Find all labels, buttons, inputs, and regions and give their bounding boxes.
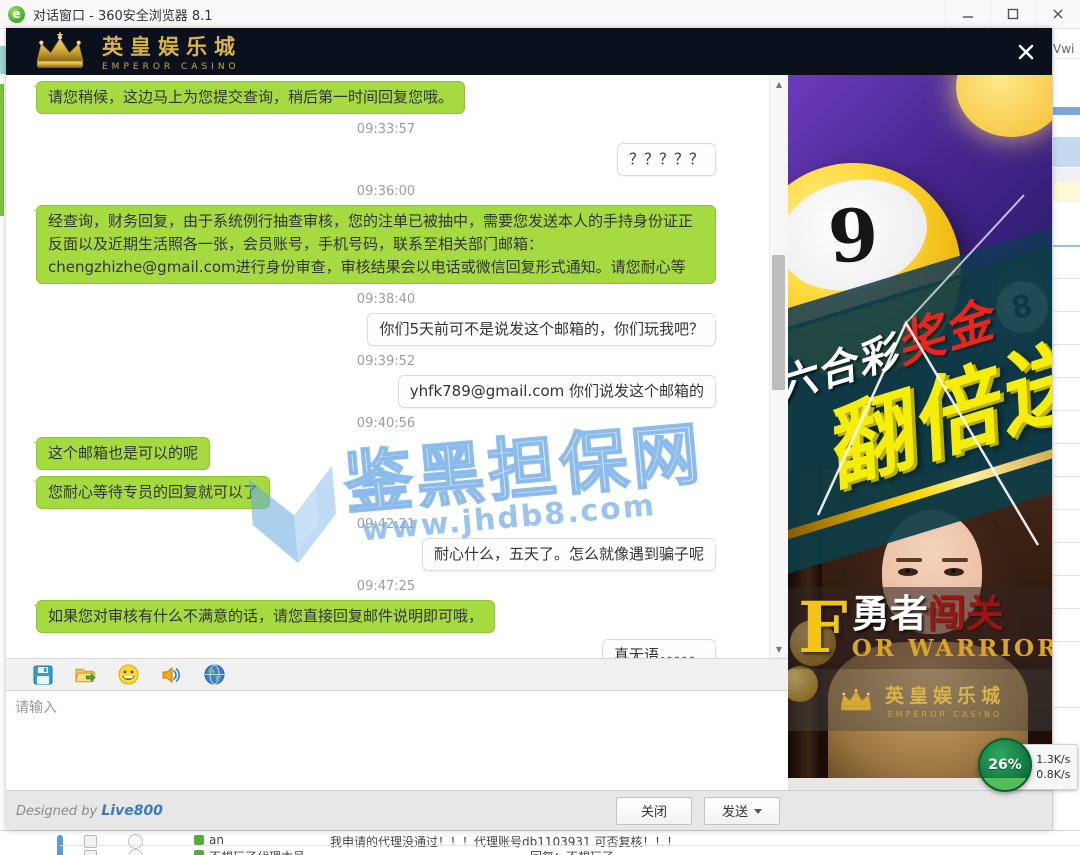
user-message: 真无语，。。。。: [6, 639, 766, 658]
send-dropdown-caret-icon[interactable]: [754, 809, 762, 818]
bg-lightblue-block: [1053, 137, 1080, 167]
dialog-header: 英皇娱乐城 EMPEROR CASINO: [6, 28, 1052, 75]
message-bubble: 真无语，。。。。: [602, 639, 716, 658]
scroll-up-arrow-icon[interactable]: ▲: [770, 77, 788, 91]
ad-brand-band: 英皇娱乐城 EMPEROR CASINO: [788, 669, 1052, 731]
message-bubble: 请您稍候，这边马上为您提交查询，稍后第一时间回复您哦。: [36, 81, 465, 114]
message-bubble: 这个邮箱也是可以的呢: [36, 437, 210, 470]
bg-avatar-circle: [128, 834, 143, 849]
ad-warrior-band: F 勇者闯关 OR WARRIOR: [788, 587, 1052, 669]
chat-dialog-window: 英皇娱乐城 EMPEROR CASINO 请您稍候，这边马上为您提交查询，稍后第…: [6, 28, 1052, 830]
bg-green-icon: [194, 835, 204, 845]
dialog-close-icon[interactable]: [1014, 40, 1038, 64]
chat-scrollbar[interactable]: ▲ ▼: [769, 75, 788, 658]
brand-logo: 英皇娱乐城 EMPEROR CASINO: [28, 31, 242, 72]
folder-open-icon[interactable]: [75, 664, 96, 685]
timestamp: 09:47:25: [6, 579, 766, 594]
message-bubble: 如果您对审核有什么不满意的话，请您直接回复邮件说明即可哦，: [36, 600, 495, 633]
brand-name-cn: 英皇娱乐城: [102, 31, 242, 61]
rack-lines-decoration: [788, 75, 1052, 575]
agent-message: 请您稍候，这边马上为您提交查询，稍后第一时间回复您哦。: [6, 81, 766, 114]
bg-yellow-row: [1053, 182, 1080, 202]
download-speed: 0.8K/s: [1036, 768, 1070, 781]
chat-message-area: 请您稍候，这边马上为您提交查询，稍后第一时间回复您哦。 09:33:57 ？？？？？…: [6, 75, 788, 658]
promo-ad-banner[interactable]: 9 8 六合彩奖金 翻倍送: [788, 75, 1052, 778]
agent-message: 您耐心等待专员的回复就可以了: [6, 476, 766, 509]
message-bubble: yhfk789@gmail.com 你们说发这个邮箱的: [398, 375, 716, 408]
bg-checkbox: [84, 835, 97, 848]
crown-icon: [835, 685, 877, 715]
warrior-letter-f: F: [798, 593, 848, 663]
window-title: 对话窗口 - 360安全浏览器 8.1: [33, 5, 213, 24]
upload-speed: 1.3K/s: [1036, 753, 1070, 766]
ad-brand-cn: 英皇娱乐城: [885, 681, 1005, 708]
user-message: yhfk789@gmail.com 你们说发这个邮箱的: [6, 375, 766, 408]
message-input-area: [6, 691, 788, 790]
background-page-bottom: an 我申请的代理没通过！！！代理账号db1103931 可否复核！！！ 不想玩…: [0, 830, 1080, 855]
download-progress-badge[interactable]: 26%: [978, 738, 1032, 792]
scroll-down-arrow-icon[interactable]: ▼: [770, 642, 788, 656]
timestamp: 09:42:21: [6, 517, 766, 532]
globe-icon[interactable]: [204, 664, 225, 685]
warrior-en: OR WARRIOR: [852, 635, 1052, 662]
message-bubble: 你们5天前可不是说发这个邮箱的，你们玩我吧？: [367, 313, 716, 346]
message-bubble: 您耐心等待专员的回复就可以了: [36, 476, 270, 509]
timestamp: 09:39:52: [6, 354, 766, 369]
ad-brand-en: EMPEROR CASINO: [888, 710, 1003, 719]
background-page-right: [1052, 28, 1080, 854]
chat-column: 请您稍候，这边马上为您提交查询，稍后第一时间回复您哦。 09:33:57 ？？？？？…: [6, 75, 788, 790]
close-window-button[interactable]: [1035, 0, 1080, 28]
crown-icon: [28, 32, 92, 72]
bg-fragment-green: [0, 84, 4, 216]
timestamp: 09:36:00: [6, 184, 766, 199]
live800-logo: Live800: [101, 803, 163, 819]
message-bubble: ？？？？？: [617, 143, 716, 176]
timestamp: 09:33:57: [6, 122, 766, 137]
designed-by-label: Designed by Live800: [16, 803, 163, 819]
bg-text-fragment: Vwi: [1053, 42, 1074, 56]
close-chat-button[interactable]: 关闭: [616, 797, 692, 825]
warrior-cn-white: 勇者: [852, 592, 928, 636]
maximize-button[interactable]: [990, 0, 1035, 28]
browser-titlebar: e 对话窗口 - 360安全浏览器 8.1: [0, 0, 1080, 29]
emoticon-icon[interactable]: [118, 664, 139, 685]
bg-blue-band: [1053, 107, 1080, 115]
timestamp: 09:38:40: [6, 292, 766, 307]
brand-name-en: EMPEROR CASINO: [102, 62, 242, 72]
user-message: 耐心什么，五天了。怎么就像遇到骗子呢: [6, 538, 766, 571]
scrollbar-thumb[interactable]: [772, 255, 785, 390]
warrior-cn-red: 闯关: [928, 592, 1004, 636]
user-message: 你们5天前可不是说发这个邮箱的，你们玩我吧？: [6, 313, 766, 346]
timestamp: 09:40:56: [6, 416, 766, 431]
agent-message: 这个邮箱也是可以的呢: [6, 437, 766, 470]
agent-message: 如果您对审核有什么不满意的话，请您直接回复邮件说明即可哦，: [6, 600, 766, 633]
message-bubble: 经查询，财务回复，由于系统例行抽查审核，您的注单已被抽中，需要您发送本人的手持身…: [36, 205, 716, 284]
agent-message: 经查询，财务回复，由于系统例行抽查审核，您的注单已被抽中，需要您发送本人的手持身…: [6, 205, 766, 284]
chat-toolbar: [6, 658, 788, 691]
chat-messages: 请您稍候，这边马上为您提交查询，稍后第一时间回复您哦。 09:33:57 ？？？？？…: [6, 75, 766, 658]
minimize-button[interactable]: [945, 0, 990, 28]
audio-icon[interactable]: [161, 664, 182, 685]
dialog-footer: Designed by Live800 关闭 发送: [6, 790, 1052, 830]
user-message: ？？？？？: [6, 143, 766, 176]
send-button[interactable]: 发送: [704, 797, 780, 825]
browser-360-icon: e: [8, 6, 25, 23]
progress-percent: 26%: [988, 757, 1022, 773]
message-bubble: 耐心什么，五天了。怎么就像遇到骗子呢: [422, 538, 716, 571]
message-input[interactable]: [6, 691, 785, 785]
save-icon[interactable]: [32, 664, 53, 685]
